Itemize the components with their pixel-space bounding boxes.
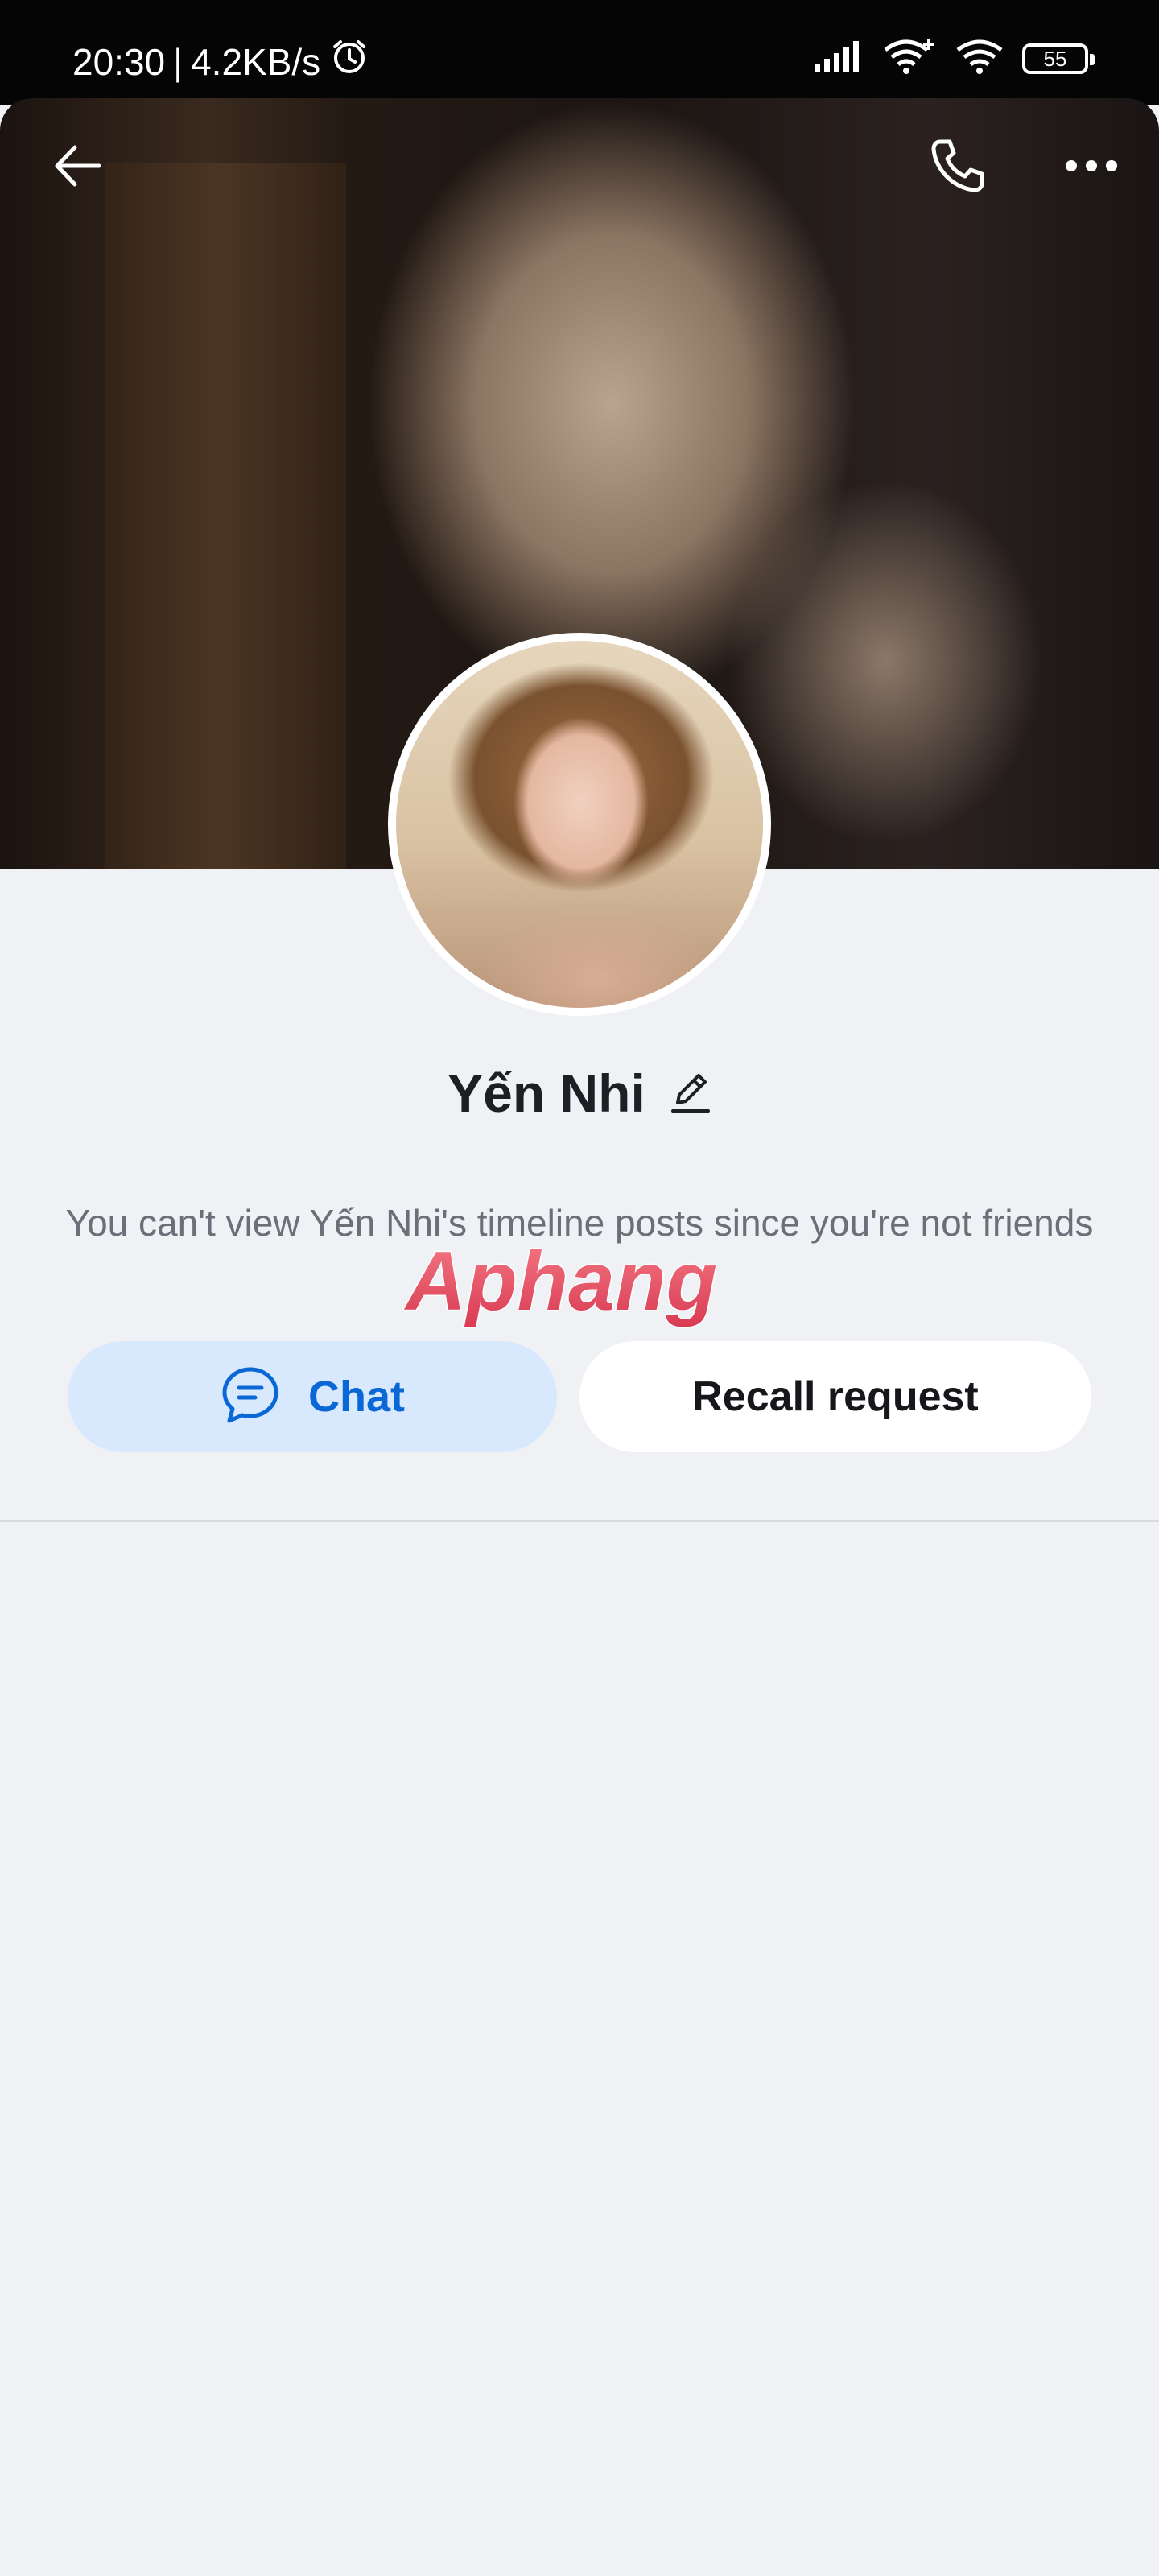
section-divider — [0, 1520, 1159, 1522]
more-button[interactable] — [1051, 127, 1132, 208]
avatar[interactable] — [396, 641, 763, 1008]
profile-name: Yến Nhi — [448, 1063, 645, 1123]
recall-request-label: Recall request — [692, 1373, 979, 1420]
back-arrow-icon — [49, 138, 105, 198]
recall-request-button[interactable]: Recall request — [580, 1341, 1091, 1452]
status-separator: | — [173, 41, 184, 83]
battery-icon: 55 — [1022, 43, 1095, 74]
status-bar: 20:30 | 4.2KB/s 55 — [0, 0, 1159, 105]
edit-name-button[interactable] — [668, 1067, 711, 1120]
watermark-logo: Aphang — [402, 1236, 719, 1330]
battery-level: 55 — [1043, 46, 1067, 71]
back-button[interactable] — [37, 127, 118, 208]
signal-icon — [813, 39, 864, 77]
chat-bubble-icon — [220, 1364, 281, 1430]
more-dots-icon — [1063, 158, 1120, 178]
phone-icon — [927, 135, 988, 200]
chat-button[interactable]: Chat — [68, 1341, 557, 1452]
profile-header-actions — [0, 98, 1159, 235]
avatar-frame[interactable] — [388, 633, 771, 1016]
wifi-icon — [955, 37, 1004, 80]
status-left: 20:30 | 4.2KB/s — [72, 35, 370, 89]
network-speed: 4.2KB/s — [191, 41, 321, 83]
status-time: 20:30 — [72, 41, 166, 83]
cover-photo-background — [105, 163, 346, 869]
wifi-plus-icon — [882, 37, 937, 80]
call-button[interactable] — [918, 127, 998, 208]
profile-name-row: Yến Nhi — [0, 1051, 1159, 1135]
status-right: 55 — [813, 37, 1095, 80]
pencil-icon — [670, 1073, 710, 1113]
chat-button-label: Chat — [308, 1373, 405, 1421]
alarm-icon — [328, 35, 370, 89]
